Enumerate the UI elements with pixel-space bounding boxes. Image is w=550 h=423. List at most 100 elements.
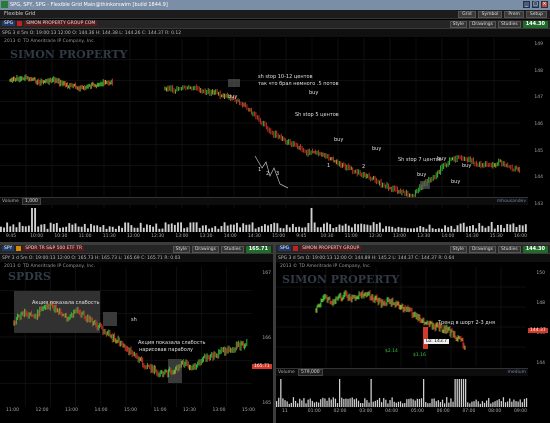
volume-bar bbox=[378, 397, 381, 407]
link-badge[interactable] bbox=[17, 21, 23, 26]
volume-bar bbox=[515, 226, 518, 232]
volume-bar bbox=[226, 225, 229, 232]
br-last-price: 144.30 bbox=[522, 246, 548, 253]
volume-bar bbox=[149, 225, 151, 232]
grid-button[interactable]: Grid bbox=[458, 11, 476, 18]
x-tick-label: 13:30 bbox=[199, 234, 213, 239]
br-style-button[interactable]: Style bbox=[449, 246, 467, 253]
volume-bar bbox=[77, 226, 80, 232]
volume-bar bbox=[473, 401, 475, 407]
volume-bar bbox=[248, 224, 251, 232]
volume-bar bbox=[460, 379, 463, 407]
volume-bar bbox=[450, 398, 452, 407]
volume-bar bbox=[465, 226, 468, 232]
highlight-box bbox=[420, 181, 430, 189]
top-style-button[interactable]: Style bbox=[449, 21, 467, 28]
br-marker-1[interactable]: $2.14 bbox=[385, 349, 398, 354]
x-tick-label: 03:00 bbox=[359, 409, 373, 414]
volume-bar bbox=[152, 226, 155, 232]
volume-bar bbox=[378, 222, 381, 232]
volume-bar bbox=[477, 401, 479, 407]
x-tick-label: 9:45 bbox=[6, 234, 17, 239]
volume-bar bbox=[242, 223, 245, 232]
short-zone bbox=[103, 312, 117, 326]
volume-bar bbox=[339, 379, 341, 407]
volume-bar bbox=[6, 222, 9, 232]
volume-bar bbox=[319, 227, 322, 232]
prem-button[interactable]: Prem bbox=[504, 11, 524, 18]
maximize-button[interactable]: □ bbox=[532, 1, 539, 8]
volume-bar bbox=[370, 379, 372, 407]
br-studies-button[interactable]: Studies bbox=[498, 246, 521, 253]
volume-bar bbox=[496, 225, 499, 232]
volume-bar bbox=[318, 402, 320, 407]
volume-bar bbox=[382, 228, 384, 232]
br-price-chart[interactable] bbox=[276, 267, 526, 367]
volume-bar bbox=[254, 228, 257, 232]
bl-symbol-field[interactable]: SPY bbox=[2, 246, 15, 251]
y-tick-label: 167 bbox=[262, 271, 271, 276]
y-tick-label: 148 bbox=[536, 301, 545, 306]
volume-bar bbox=[291, 223, 294, 232]
bl-quote-line: SPY 3 d 5m O: 19:00:13 12:00 O: 165.73 H… bbox=[0, 254, 273, 262]
volume-bar bbox=[338, 224, 341, 232]
br-drawings-button[interactable]: Drawings bbox=[468, 246, 496, 253]
minimize-button[interactable]: _ bbox=[523, 1, 530, 8]
top-symbol-field[interactable]: SPG bbox=[2, 21, 16, 26]
volume-bar bbox=[400, 227, 403, 232]
volume-bar bbox=[111, 226, 114, 232]
bl-drawings-button[interactable]: Drawings bbox=[191, 246, 219, 253]
x-tick-label: 10:00 bbox=[30, 234, 44, 239]
volume-bar bbox=[158, 228, 161, 232]
volume-bar bbox=[15, 227, 18, 232]
x-tick-label: 12:00 bbox=[126, 234, 140, 239]
window-titlebar[interactable]: SPG, SPY, SPG - Flexible Grid Main@think… bbox=[0, 0, 550, 10]
volume-bar bbox=[326, 400, 328, 407]
bl-style-button[interactable]: Style bbox=[172, 246, 190, 253]
y-tick-label: 148 bbox=[534, 68, 543, 74]
volume-bar bbox=[412, 399, 414, 407]
volume-bar bbox=[437, 400, 439, 407]
volume-bar bbox=[452, 401, 454, 407]
volume-bar bbox=[513, 399, 515, 407]
volume-bar bbox=[459, 223, 462, 232]
br-company-name: SIMON PROPERTY GROUP bbox=[300, 246, 362, 251]
volume-bar bbox=[214, 226, 217, 232]
volume-bar bbox=[350, 227, 353, 232]
bl-last-price: 165.71 bbox=[245, 246, 271, 253]
volume-bar bbox=[329, 224, 332, 232]
br-symbol-field[interactable]: SPG bbox=[278, 246, 292, 251]
bl-price-chart[interactable] bbox=[0, 267, 252, 407]
volume-bar bbox=[471, 401, 473, 407]
x-tick-label: 10:30 bbox=[54, 234, 68, 239]
volume-bar bbox=[332, 397, 334, 407]
top-volume-header: Volume 1,000 mhousandev bbox=[0, 197, 528, 205]
br-marker-2[interactable]: $1.16 bbox=[413, 353, 426, 358]
volume-bar bbox=[313, 402, 316, 407]
symbol-button[interactable]: Symbol bbox=[477, 11, 503, 18]
br-last-label: 144.37 bbox=[528, 328, 548, 333]
volume-bar bbox=[52, 223, 55, 232]
volume-bar bbox=[524, 224, 527, 232]
volume-bar bbox=[498, 399, 500, 407]
volume-bar bbox=[467, 402, 469, 407]
br-link-badge[interactable] bbox=[293, 246, 299, 251]
volume-bar bbox=[431, 228, 434, 232]
volume-bar bbox=[99, 227, 102, 232]
top-drawings-button[interactable]: Drawings bbox=[468, 21, 496, 28]
bl-studies-button[interactable]: Studies bbox=[221, 246, 244, 253]
volume-bar bbox=[83, 223, 86, 232]
top-studies-button[interactable]: Studies bbox=[498, 21, 521, 28]
volume-bar bbox=[487, 226, 490, 232]
volume-bar bbox=[512, 223, 515, 232]
volume-bar bbox=[145, 224, 148, 232]
close-button[interactable]: × bbox=[541, 1, 548, 8]
top-price-chart[interactable] bbox=[0, 38, 520, 208]
setup-button[interactable]: Setup bbox=[525, 11, 547, 18]
bl-link-badge[interactable] bbox=[16, 246, 22, 251]
volume-bar bbox=[453, 228, 456, 232]
highlight-box bbox=[228, 79, 240, 87]
volume-bar bbox=[105, 228, 108, 232]
volume-bar bbox=[239, 227, 242, 232]
volume-bar bbox=[118, 225, 120, 232]
